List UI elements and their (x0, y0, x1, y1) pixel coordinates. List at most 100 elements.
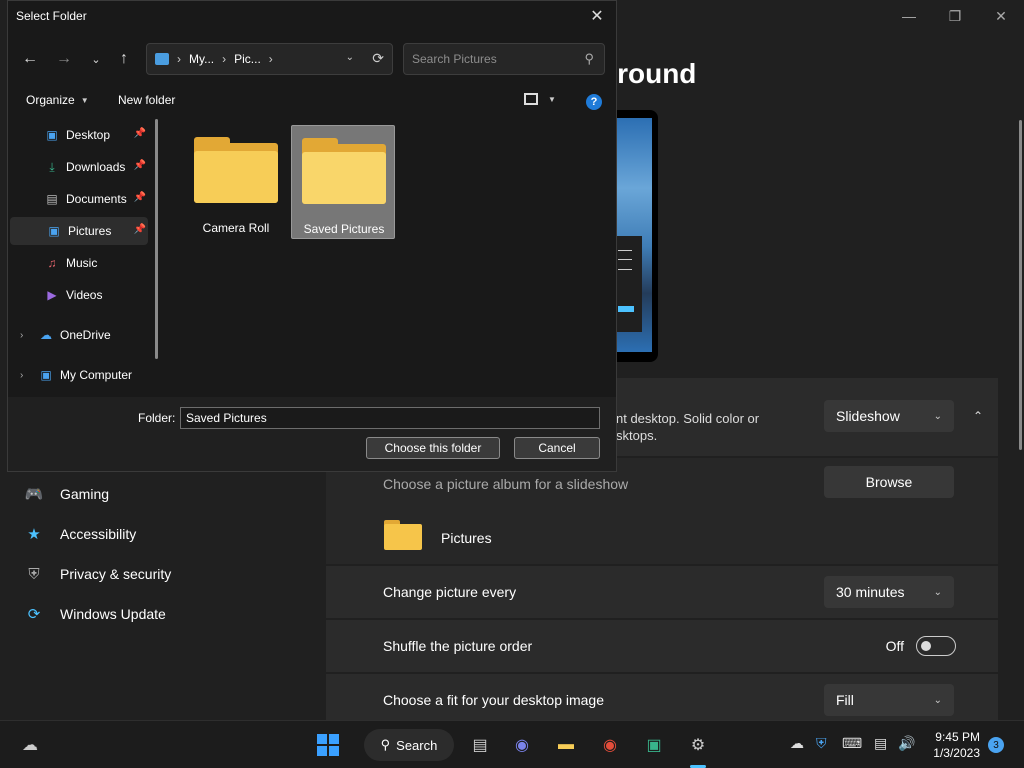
start-icon[interactable] (314, 731, 342, 759)
folder-icon (194, 137, 278, 205)
close-icon[interactable]: ✕ (584, 5, 610, 27)
document-icon: ▤ (46, 192, 58, 206)
volume-icon[interactable]: 🔊 (898, 735, 915, 752)
shield-icon: ⛨ (28, 565, 40, 583)
chevron-right-icon: › (268, 52, 273, 66)
clock[interactable]: 9:45 PM 1/3/2023 (922, 729, 980, 761)
notification-badge[interactable]: 3 (988, 737, 1004, 753)
folder-tile-saved-pictures[interactable]: Saved Pictures (291, 125, 395, 239)
view-button[interactable]: ▼ (524, 93, 556, 105)
chevron-right-icon[interactable]: › (20, 330, 23, 341)
browse-button[interactable]: Browse (824, 466, 954, 498)
fit-dropdown[interactable]: Fill ⌄ (824, 684, 954, 716)
chevron-right-icon[interactable]: › (20, 370, 23, 381)
select-folder-dialog: Select Folder ✕ ← → ⌄ ↑ › My... › Pic...… (7, 0, 617, 472)
maximize-icon[interactable]: ❐ (932, 4, 978, 28)
search-icon: ⚲ (380, 737, 391, 752)
chevron-up-icon[interactable]: ⌃ (966, 404, 990, 428)
chevron-down-icon: ⌄ (933, 586, 942, 598)
tree-item-videos[interactable]: ▶ Videos (44, 281, 148, 309)
video-icon: ▶ (47, 288, 57, 302)
security-icon[interactable]: ⛨ (816, 735, 827, 752)
taskbar-search-button[interactable]: ⚲ Search (364, 729, 454, 761)
breadcrumb-my[interactable]: My... (189, 52, 214, 66)
tree-item-documents[interactable]: ▤ Documents 📌 (44, 185, 148, 213)
gamepad-icon: 🎮 (24, 486, 44, 503)
breadcrumb-pictures[interactable]: Pic... (234, 52, 261, 66)
tree-item-my-computer[interactable]: › ▣ My Computer (10, 361, 148, 389)
keyboard-icon[interactable]: ⌨ (842, 735, 862, 752)
taskbar: ☁ ⚲ Search ▤ ◉ ▬ ◉ ▣ ⚙ ☁ ⛨ ⌨ ▤ 🔊 9:45 PM… (0, 720, 1024, 768)
search-icon: ⚲ (584, 51, 594, 66)
shuffle-row: Shuffle the picture order Off (326, 620, 998, 672)
pin-icon: 📌 (133, 160, 146, 171)
background-type-dropdown[interactable]: Slideshow ⌄ (824, 400, 954, 432)
computer-icon: ▣ (40, 368, 52, 382)
back-arrow-icon[interactable]: ← (16, 45, 44, 73)
tree-item-desktop[interactable]: ▣ Desktop 📌 (44, 121, 148, 149)
refresh-icon[interactable]: ⟳ (372, 50, 384, 67)
tree-item-pictures[interactable]: ▣ Pictures 📌 (10, 217, 148, 245)
window-controls: — ❐ ✕ (886, 4, 1024, 28)
change-interval-dropdown[interactable]: 30 minutes ⌄ (824, 576, 954, 608)
cancel-button[interactable]: Cancel (514, 437, 600, 459)
file-explorer-icon[interactable]: ▬ (552, 731, 580, 759)
shuffle-toggle[interactable] (916, 636, 956, 656)
folder-name-input[interactable]: Saved Pictures (180, 407, 600, 429)
nav-privacy[interactable]: ⛨ Privacy & security (20, 556, 300, 592)
nav-windows-update[interactable]: ⟳ Windows Update (20, 596, 300, 632)
pictures-icon (155, 53, 169, 65)
settings-scrollbar[interactable] (1019, 120, 1022, 450)
minimize-icon[interactable]: — (886, 4, 932, 28)
folder-icon (302, 138, 386, 206)
recent-locations-icon[interactable]: ⌄ (82, 45, 110, 73)
search-input[interactable]: Search Pictures ⚲ (403, 43, 605, 75)
chevron-right-icon: › (222, 52, 227, 66)
nav-accessibility[interactable]: ★ Accessibility (20, 516, 300, 552)
forward-arrow-icon[interactable]: → (50, 45, 78, 73)
up-arrow-icon[interactable]: ↑ (110, 45, 138, 73)
weather-icon[interactable]: ☁ (16, 731, 44, 759)
change-picture-row: Change picture every 30 minutes ⌄ (326, 566, 998, 618)
chat-icon[interactable]: ◉ (508, 731, 536, 759)
folder-icon (384, 520, 422, 550)
app-icon[interactable]: ▣ (640, 731, 668, 759)
preview-window (614, 236, 642, 332)
chevron-down-icon[interactable]: ⌄ (346, 52, 354, 63)
chevron-down-icon: ▼ (80, 95, 89, 105)
pin-icon: 📌 (133, 224, 146, 235)
chrome-icon[interactable]: ◉ (596, 731, 624, 759)
chevron-down-icon: ▼ (548, 94, 556, 104)
nav-gaming[interactable]: 🎮 Gaming (20, 476, 300, 512)
pin-icon: 📌 (133, 192, 146, 203)
close-icon[interactable]: ✕ (978, 4, 1024, 28)
network-icon[interactable]: ▤ (874, 735, 887, 752)
shuffle-toggle-wrap: Off (886, 636, 956, 656)
album-label: Choose a picture album for a slideshow (383, 476, 629, 492)
fit-row: Choose a fit for your desktop image Fill… (326, 674, 998, 720)
tree-item-onedrive[interactable]: › ☁ OneDrive (10, 321, 148, 349)
update-icon: ⟳ (27, 606, 41, 623)
settings-gear-icon[interactable]: ⚙ (684, 731, 712, 759)
organize-button[interactable]: Organize ▼ (26, 93, 89, 107)
tree-item-downloads[interactable]: ⤓ Downloads 📌 (44, 153, 148, 181)
pin-icon: 📌 (133, 128, 146, 139)
help-icon[interactable]: ? (586, 94, 602, 110)
folder-tile-camera-roll[interactable]: Camera Roll (184, 125, 288, 239)
chevron-down-icon: ⌄ (933, 410, 942, 422)
navigation-pane: ▣ Desktop 📌 ⤓ Downloads 📌 ▤ Documents 📌 … (8, 119, 166, 397)
tree-scrollbar[interactable] (155, 119, 158, 359)
view-icon (524, 93, 538, 105)
task-view-icon[interactable]: ▤ (466, 731, 494, 759)
shuffle-state: Off (885, 638, 904, 654)
music-icon: ♫ (47, 256, 57, 270)
chevron-down-icon: ⌄ (933, 694, 942, 706)
album-name: Pictures (441, 530, 492, 546)
address-bar[interactable]: › My... › Pic... › ⌄ ⟳ (146, 43, 393, 75)
onedrive-off-icon[interactable]: ☁ (790, 735, 804, 752)
tree-item-music[interactable]: ♫ Music (44, 249, 148, 277)
choose-folder-button[interactable]: Choose this folder (366, 437, 500, 459)
new-folder-button[interactable]: New folder (118, 93, 175, 107)
dialog-footer: Folder: Saved Pictures Choose this folde… (8, 397, 616, 471)
cloud-icon: ☁ (40, 328, 52, 342)
